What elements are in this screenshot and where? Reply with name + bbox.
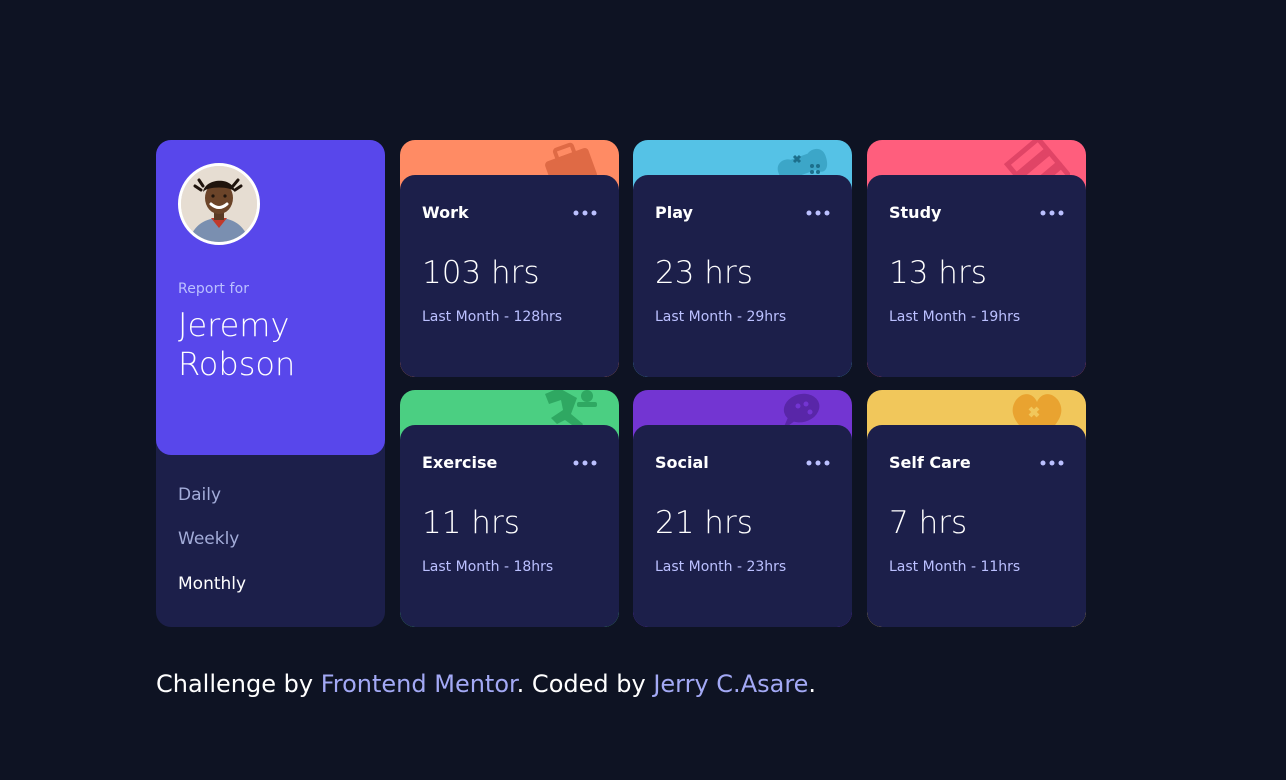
ellipsis-icon[interactable] xyxy=(573,209,597,217)
profile-header: Report for Jeremy Robson xyxy=(156,140,385,455)
activity-current-hours: 23 hrs xyxy=(655,255,753,291)
activity-card-work[interactable]: Work 103 hrs Last Month - 128hrs xyxy=(400,140,619,377)
activity-current-hours: 13 hrs xyxy=(889,255,987,291)
ellipsis-icon[interactable] xyxy=(806,209,830,217)
ellipsis-icon[interactable] xyxy=(1040,459,1064,467)
activity-current-hours: 21 hrs xyxy=(655,505,753,541)
activity-current-hours: 103 hrs xyxy=(422,255,540,291)
footer-middle: . Coded by xyxy=(516,670,654,698)
activity-card-self-care[interactable]: Self Care 7 hrs Last Month - 11hrs xyxy=(867,390,1086,627)
period-monthly[interactable]: Monthly xyxy=(178,574,246,594)
frontend-mentor-link[interactable]: Frontend Mentor xyxy=(321,670,517,698)
time-tracking-dashboard: Report for Jeremy Robson Daily Weekly Mo… xyxy=(156,140,1086,627)
avatar-image xyxy=(181,166,257,242)
activity-body[interactable]: Study 13 hrs Last Month - 19hrs xyxy=(867,175,1086,377)
profile-card: Report for Jeremy Robson Daily Weekly Mo… xyxy=(156,140,385,627)
activity-card-study[interactable]: Study 13 hrs Last Month - 19hrs xyxy=(867,140,1086,377)
activity-card-exercise[interactable]: Exercise 11 hrs Last Month - 18hrs xyxy=(400,390,619,627)
footer-prefix: Challenge by xyxy=(156,670,321,698)
ellipsis-icon[interactable] xyxy=(1040,209,1064,217)
ellipsis-icon[interactable] xyxy=(573,459,597,467)
footer-attribution: Challenge by Frontend Mentor. Coded by J… xyxy=(156,670,816,698)
activity-title: Exercise xyxy=(422,453,498,472)
activity-body[interactable]: Social 21 hrs Last Month - 23hrs xyxy=(633,425,852,627)
activity-current-hours: 11 hrs xyxy=(422,505,520,541)
user-name: Jeremy Robson xyxy=(178,306,296,383)
activity-body[interactable]: Exercise 11 hrs Last Month - 18hrs xyxy=(400,425,619,627)
activity-current-hours: 7 hrs xyxy=(889,505,968,541)
activity-title: Social xyxy=(655,453,709,472)
activity-card-social[interactable]: Social 21 hrs Last Month - 23hrs xyxy=(633,390,852,627)
footer-suffix: . xyxy=(808,670,817,698)
activity-card-play[interactable]: Play 23 hrs Last Month - 29hrs xyxy=(633,140,852,377)
activity-title: Play xyxy=(655,203,693,222)
activity-title: Self Care xyxy=(889,453,971,472)
period-weekly[interactable]: Weekly xyxy=(178,529,239,549)
report-for-label: Report for xyxy=(178,281,250,297)
activity-title: Work xyxy=(422,203,469,222)
activity-previous-hours: Last Month - 29hrs xyxy=(655,309,787,325)
activity-previous-hours: Last Month - 18hrs xyxy=(422,559,554,575)
activity-previous-hours: Last Month - 23hrs xyxy=(655,559,787,575)
activity-previous-hours: Last Month - 11hrs xyxy=(889,559,1021,575)
avatar xyxy=(178,163,260,245)
period-daily[interactable]: Daily xyxy=(178,485,221,505)
activity-body[interactable]: Play 23 hrs Last Month - 29hrs xyxy=(633,175,852,377)
activity-previous-hours: Last Month - 19hrs xyxy=(889,309,1021,325)
activity-title: Study xyxy=(889,203,942,222)
ellipsis-icon[interactable] xyxy=(806,459,830,467)
author-link[interactable]: Jerry C.Asare xyxy=(653,670,808,698)
activity-body[interactable]: Self Care 7 hrs Last Month - 11hrs xyxy=(867,425,1086,627)
activity-previous-hours: Last Month - 128hrs xyxy=(422,309,563,325)
activity-body[interactable]: Work 103 hrs Last Month - 128hrs xyxy=(400,175,619,377)
